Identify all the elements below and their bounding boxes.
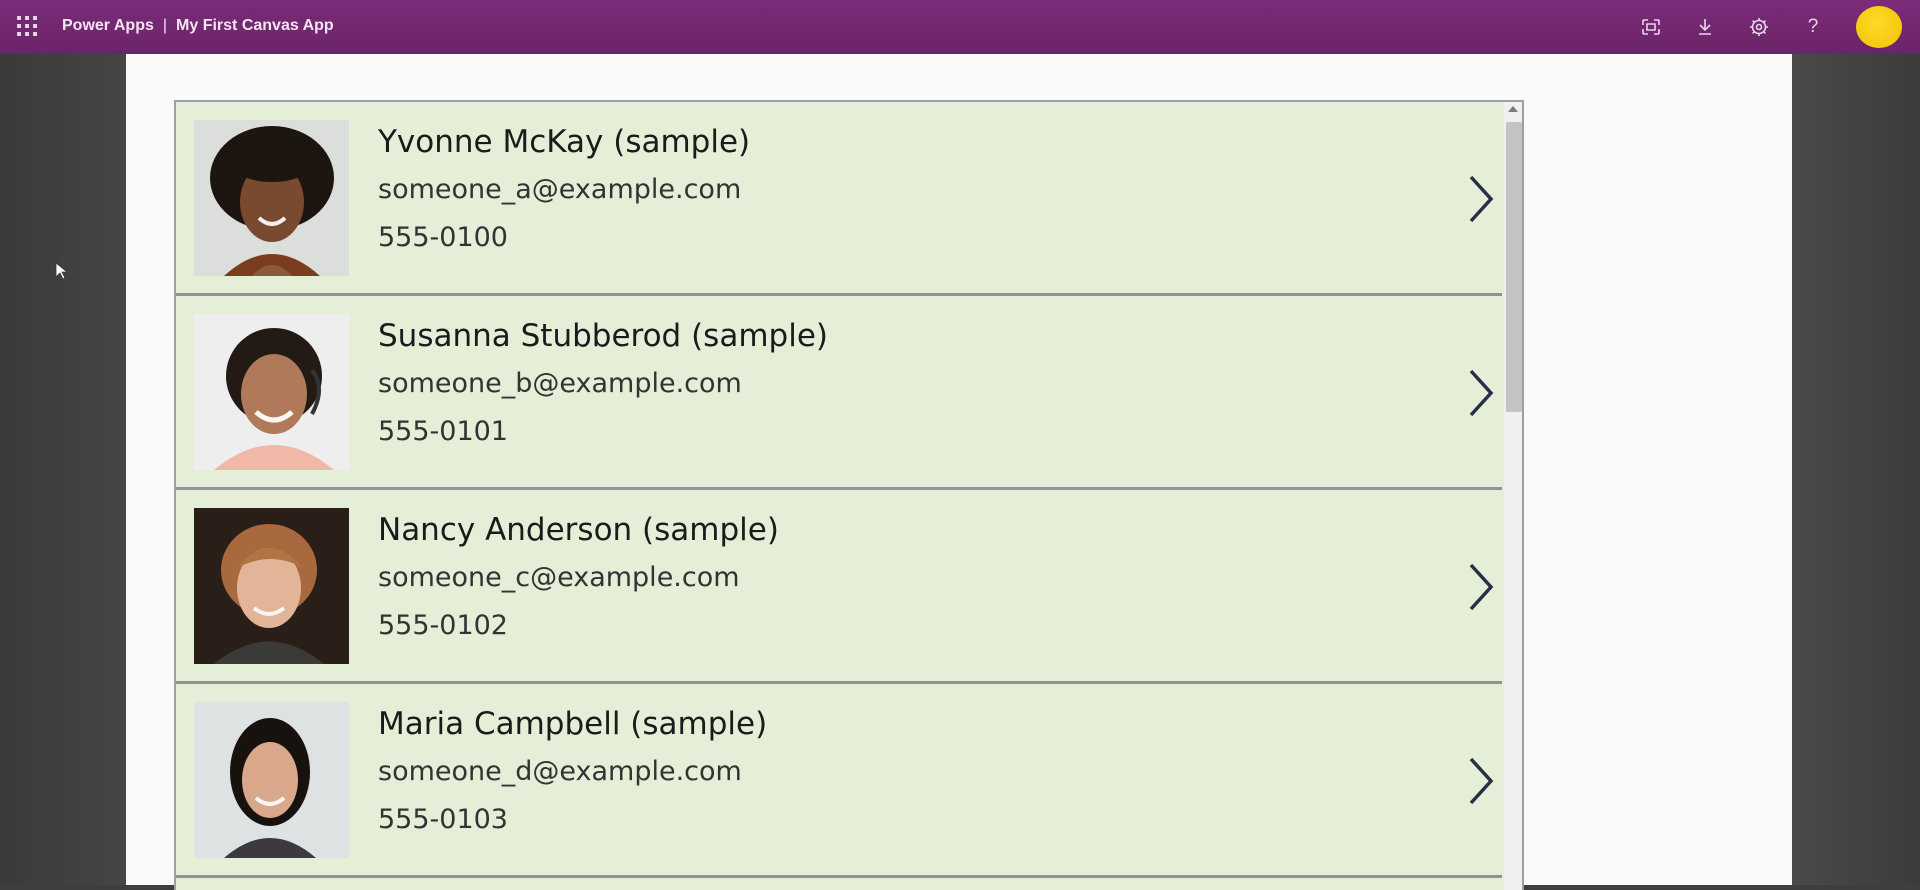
title-separator: |	[162, 17, 168, 34]
header-actions: ?	[1624, 13, 1840, 41]
chevron-right-icon[interactable]	[1466, 756, 1496, 806]
fit-screen-icon[interactable]	[1624, 13, 1678, 41]
contact-email: someone_b@example.com	[378, 368, 742, 399]
chevron-right-icon[interactable]	[1466, 562, 1496, 612]
help-icon[interactable]: ?	[1786, 13, 1840, 41]
contact-email: someone_a@example.com	[378, 174, 742, 205]
waffle-icon[interactable]	[13, 14, 37, 38]
contact-photo	[194, 314, 349, 470]
contact-phone: 555-0103	[378, 804, 508, 835]
contact-photo	[194, 508, 349, 664]
contact-phone: 555-0101	[378, 416, 508, 447]
contact-phone: 555-0100	[378, 222, 508, 253]
user-avatar[interactable]	[1856, 6, 1902, 48]
contact-photo	[194, 702, 349, 858]
app-title-bar: Power Apps | My First Canvas App	[62, 17, 334, 35]
contact-phone: 555-0102	[378, 610, 508, 641]
left-gutter	[0, 54, 126, 885]
gallery-row[interactable]: Yvonne McKay (sample) someone_a@example.…	[176, 102, 1502, 296]
product-name[interactable]: Power Apps	[62, 17, 154, 34]
contact-photo	[194, 120, 349, 276]
app-title: My First Canvas App	[176, 17, 334, 34]
settings-icon[interactable]	[1732, 13, 1786, 41]
contact-email: someone_d@example.com	[378, 756, 742, 787]
app-header-bar: Power Apps | My First Canvas App ?	[0, 0, 1920, 54]
contact-email: someone_c@example.com	[378, 562, 740, 593]
contacts-gallery: Yvonne McKay (sample) someone_a@example.…	[174, 100, 1524, 890]
gallery-row[interactable]: Susanna Stubberod (sample) someone_b@exa…	[176, 296, 1502, 490]
gallery-row[interactable]: Maria Campbell (sample) someone_d@exampl…	[176, 684, 1502, 878]
contact-name: Yvonne McKay (sample)	[378, 124, 751, 160]
contact-name: Maria Campbell (sample)	[378, 706, 768, 742]
chevron-right-icon[interactable]	[1466, 368, 1496, 418]
contact-name: Susanna Stubberod (sample)	[378, 318, 828, 354]
download-icon[interactable]	[1678, 13, 1732, 41]
right-gutter	[1792, 54, 1920, 885]
scrollbar-thumb[interactable]	[1506, 122, 1522, 412]
gallery-row[interactable]: Nancy Anderson (sample) someone_c@exampl…	[176, 490, 1502, 684]
chevron-right-icon[interactable]	[1466, 174, 1496, 224]
scroll-up-arrow-icon[interactable]	[1508, 106, 1518, 112]
contact-name: Nancy Anderson (sample)	[378, 512, 779, 548]
gallery-scrollbar[interactable]	[1504, 102, 1522, 890]
app-canvas: Yvonne McKay (sample) someone_a@example.…	[126, 54, 1792, 890]
help-glyph: ?	[1807, 16, 1819, 37]
mouse-cursor-icon	[55, 262, 67, 280]
